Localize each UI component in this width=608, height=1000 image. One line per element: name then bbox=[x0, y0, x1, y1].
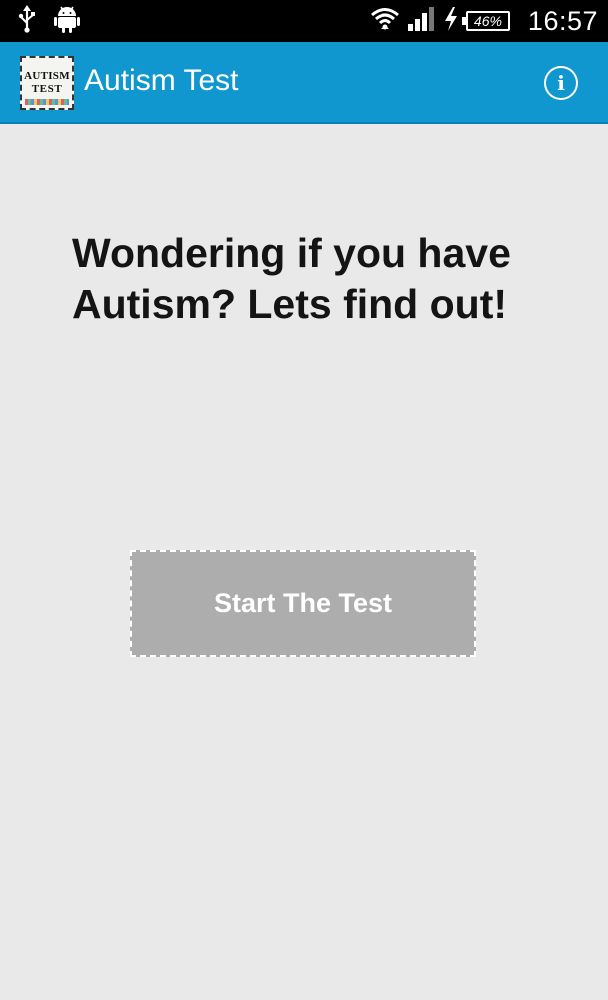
app-logo: AUTISM TEST bbox=[20, 56, 74, 110]
start-test-button[interactable]: Start The Test bbox=[130, 550, 476, 657]
info-button[interactable]: i bbox=[544, 66, 578, 100]
app-bar: AUTISM TEST Autism Test i bbox=[0, 42, 608, 124]
status-clock: 16:57 bbox=[527, 5, 598, 36]
headline: Wondering if you have Autism? Lets find … bbox=[72, 230, 511, 327]
info-icon: i bbox=[557, 71, 565, 95]
logo-text-line1: AUTISM bbox=[24, 70, 70, 82]
usb-icon bbox=[18, 4, 36, 38]
status-right-icons: 46% 16:57 bbox=[370, 0, 598, 42]
logo-puzzle-pattern bbox=[25, 99, 69, 105]
battery-icon: 46% bbox=[461, 11, 510, 31]
charging-icon bbox=[444, 6, 458, 36]
start-test-button-label: Start The Test bbox=[213, 588, 393, 618]
battery-level: 46% bbox=[473, 13, 502, 29]
status-bar: 46% 16:57 bbox=[0, 0, 608, 42]
signal-icon bbox=[407, 6, 436, 36]
app-title: Autism Test bbox=[84, 64, 239, 97]
status-left-icons bbox=[18, 4, 80, 38]
logo-text-line2: TEST bbox=[31, 83, 63, 95]
wifi-icon bbox=[370, 6, 400, 37]
android-icon bbox=[54, 5, 80, 38]
